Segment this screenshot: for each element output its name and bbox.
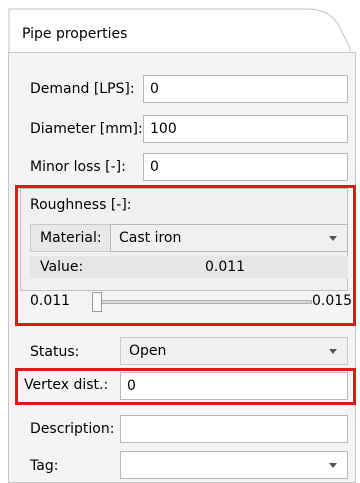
chevron-down-icon (329, 463, 337, 468)
demand-input[interactable]: 0 (143, 75, 348, 103)
status-value: Open (129, 343, 167, 359)
minor-loss-input[interactable]: 0 (143, 153, 348, 181)
diameter-input[interactable]: 100 (143, 115, 348, 143)
roughness-highlight (15, 185, 356, 326)
tab-pipe-properties[interactable]: Pipe properties (22, 26, 127, 42)
description-input[interactable] (120, 415, 348, 443)
vertex-dist-label: Vertex dist.: (24, 377, 109, 393)
chevron-down-icon (329, 349, 337, 354)
status-dropdown[interactable]: Open (120, 337, 348, 365)
diameter-label: Diameter [mm]: (30, 121, 143, 137)
demand-label: Demand [LPS]: (30, 81, 135, 97)
vertex-dist-input[interactable]: 0 (120, 372, 348, 400)
minor-loss-label: Minor loss [-]: (30, 159, 126, 175)
tag-dropdown[interactable] (120, 451, 348, 479)
status-label: Status: (30, 344, 80, 360)
description-label: Description: (30, 421, 115, 437)
tag-label: Tag: (30, 458, 59, 474)
